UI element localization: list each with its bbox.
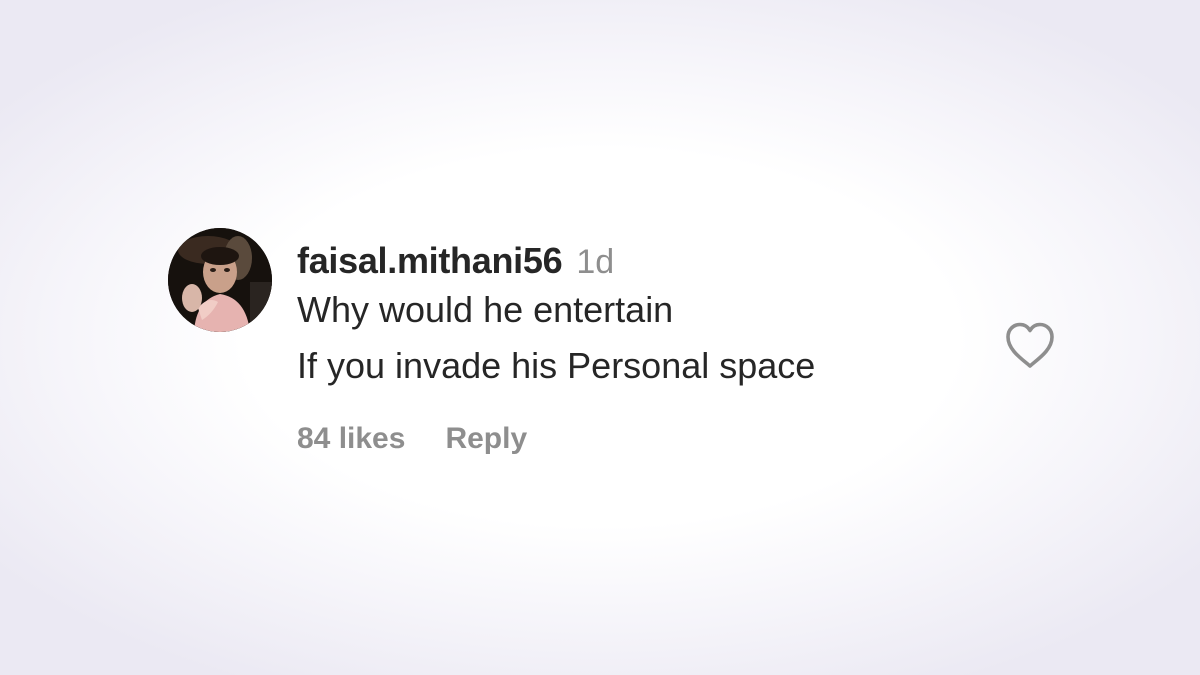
comment-item: faisal.mithani56 1d Why would he enterta… [168, 228, 1068, 478]
avatar[interactable] [168, 228, 272, 332]
like-button[interactable] [1002, 320, 1058, 372]
profile-photo [168, 228, 272, 332]
comment-timestamp[interactable]: 1d [576, 243, 614, 282]
username-link[interactable]: faisal.mithani56 [297, 240, 563, 282]
comment-actions: 84 likes Reply [297, 422, 997, 456]
likes-count[interactable]: 84 likes [297, 422, 405, 456]
heart-outline-icon [1006, 322, 1054, 368]
comment-text-line-2: If you invade his Personal space [297, 345, 816, 386]
reply-button[interactable]: Reply [445, 422, 527, 456]
comment-body: faisal.mithani56 1d Why would he enterta… [297, 240, 997, 456]
comment-text-line-1: Why would he entertain [297, 289, 674, 330]
comment-header: faisal.mithani56 1d [297, 240, 997, 282]
